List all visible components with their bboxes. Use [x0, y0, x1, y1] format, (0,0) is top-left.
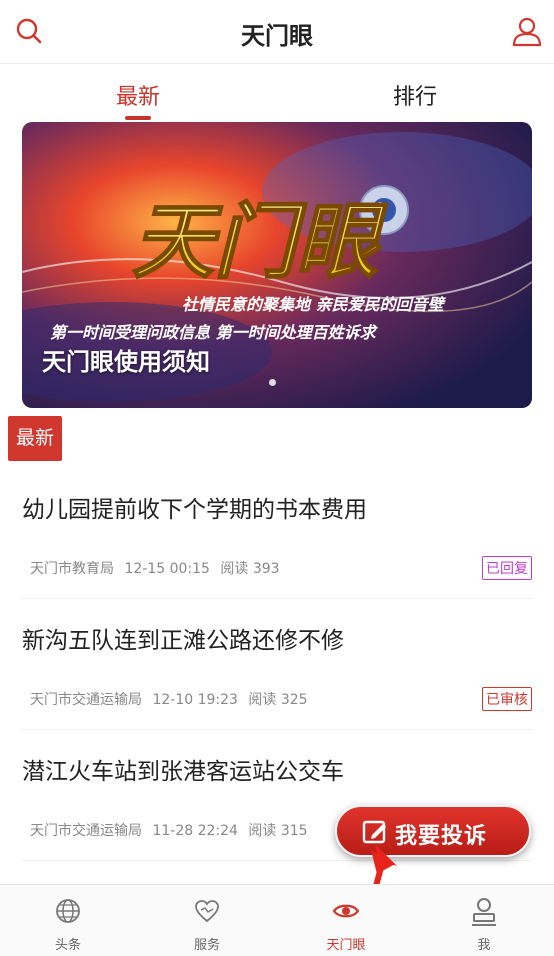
item-title[interactable]: 新沟五队连到正滩公路还修不修 — [22, 621, 344, 655]
tab-indicator — [125, 116, 151, 120]
item-meta: 天门市交通运输局 11-28 22:24 阅读 315 — [30, 820, 314, 840]
tab-bar: 最新 排行 — [0, 64, 554, 120]
top-bar: 天门眼 — [0, 0, 554, 64]
carousel-dot — [269, 379, 276, 386]
nav-label: 服务 — [193, 938, 220, 953]
eye-icon — [332, 904, 360, 918]
divider — [22, 860, 532, 861]
nav-label: 天门眼 — [326, 938, 366, 953]
section-badge-latest: 最新 — [8, 416, 62, 461]
bottom-nav: 头条 服务 天门眼 我 — [0, 884, 554, 956]
item-reads: 阅读 315 — [248, 823, 308, 839]
item-time: 12-15 00:15 — [124, 561, 210, 577]
item-department: 天门市交通运输局 — [30, 823, 142, 839]
user-icon — [512, 17, 542, 47]
divider — [22, 729, 532, 730]
item-time: 11-28 22:24 — [152, 823, 238, 839]
banner-caption[interactable]: 天门眼使用须知 — [42, 342, 210, 377]
item-reads: 阅读 325 — [248, 692, 308, 708]
divider — [22, 598, 532, 599]
page-title: 天门眼 — [241, 22, 313, 50]
complain-button-label: 我要投诉 — [395, 824, 488, 849]
banner-slogan-line2: 第一时间受理问政信息 第一时间处理百姓诉求 — [50, 323, 379, 342]
item-time: 12-10 19:23 — [152, 692, 238, 708]
profile-button[interactable] — [510, 14, 544, 48]
globe-icon — [56, 899, 80, 923]
nav-label: 头条 — [54, 938, 81, 953]
banner-carousel[interactable]: 天门眼 社情民意的聚集地 亲民爱民的回音壁 第一时间受理问政信息 第一时间处理百… — [22, 122, 532, 408]
item-meta: 天门市交通运输局 12-10 19:23 阅读 325 — [30, 689, 314, 709]
heart-icon — [195, 900, 219, 923]
banner-logo-text: 天门眼 — [132, 195, 388, 290]
item-department: 天门市教育局 — [30, 561, 114, 577]
nav-tianmen-eye[interactable]: 天门眼 — [296, 885, 396, 956]
tab-latest[interactable]: 最新 — [116, 79, 160, 111]
nav-me[interactable]: 我 — [434, 885, 534, 956]
nav-label: 我 — [477, 938, 491, 953]
item-meta: 天门市教育局 12-15 00:15 阅读 393 — [30, 558, 286, 578]
status-badge: 已回复 — [482, 556, 532, 580]
status-badge: 已审核 — [482, 687, 532, 711]
person-icon — [472, 898, 496, 926]
banner-slogan-line1: 社情民意的聚集地 亲民爱民的回音壁 — [182, 295, 447, 314]
item-title[interactable]: 潜江火车站到张港客运站公交车 — [22, 752, 344, 786]
tab-ranking[interactable]: 排行 — [393, 79, 437, 111]
item-reads: 阅读 393 — [220, 561, 280, 577]
item-department: 天门市交通运输局 — [30, 692, 142, 708]
nav-headlines[interactable]: 头条 — [18, 885, 118, 956]
nav-services[interactable]: 服务 — [157, 885, 257, 956]
item-title[interactable]: 幼儿园提前收下个学期的书本费用 — [22, 490, 367, 524]
